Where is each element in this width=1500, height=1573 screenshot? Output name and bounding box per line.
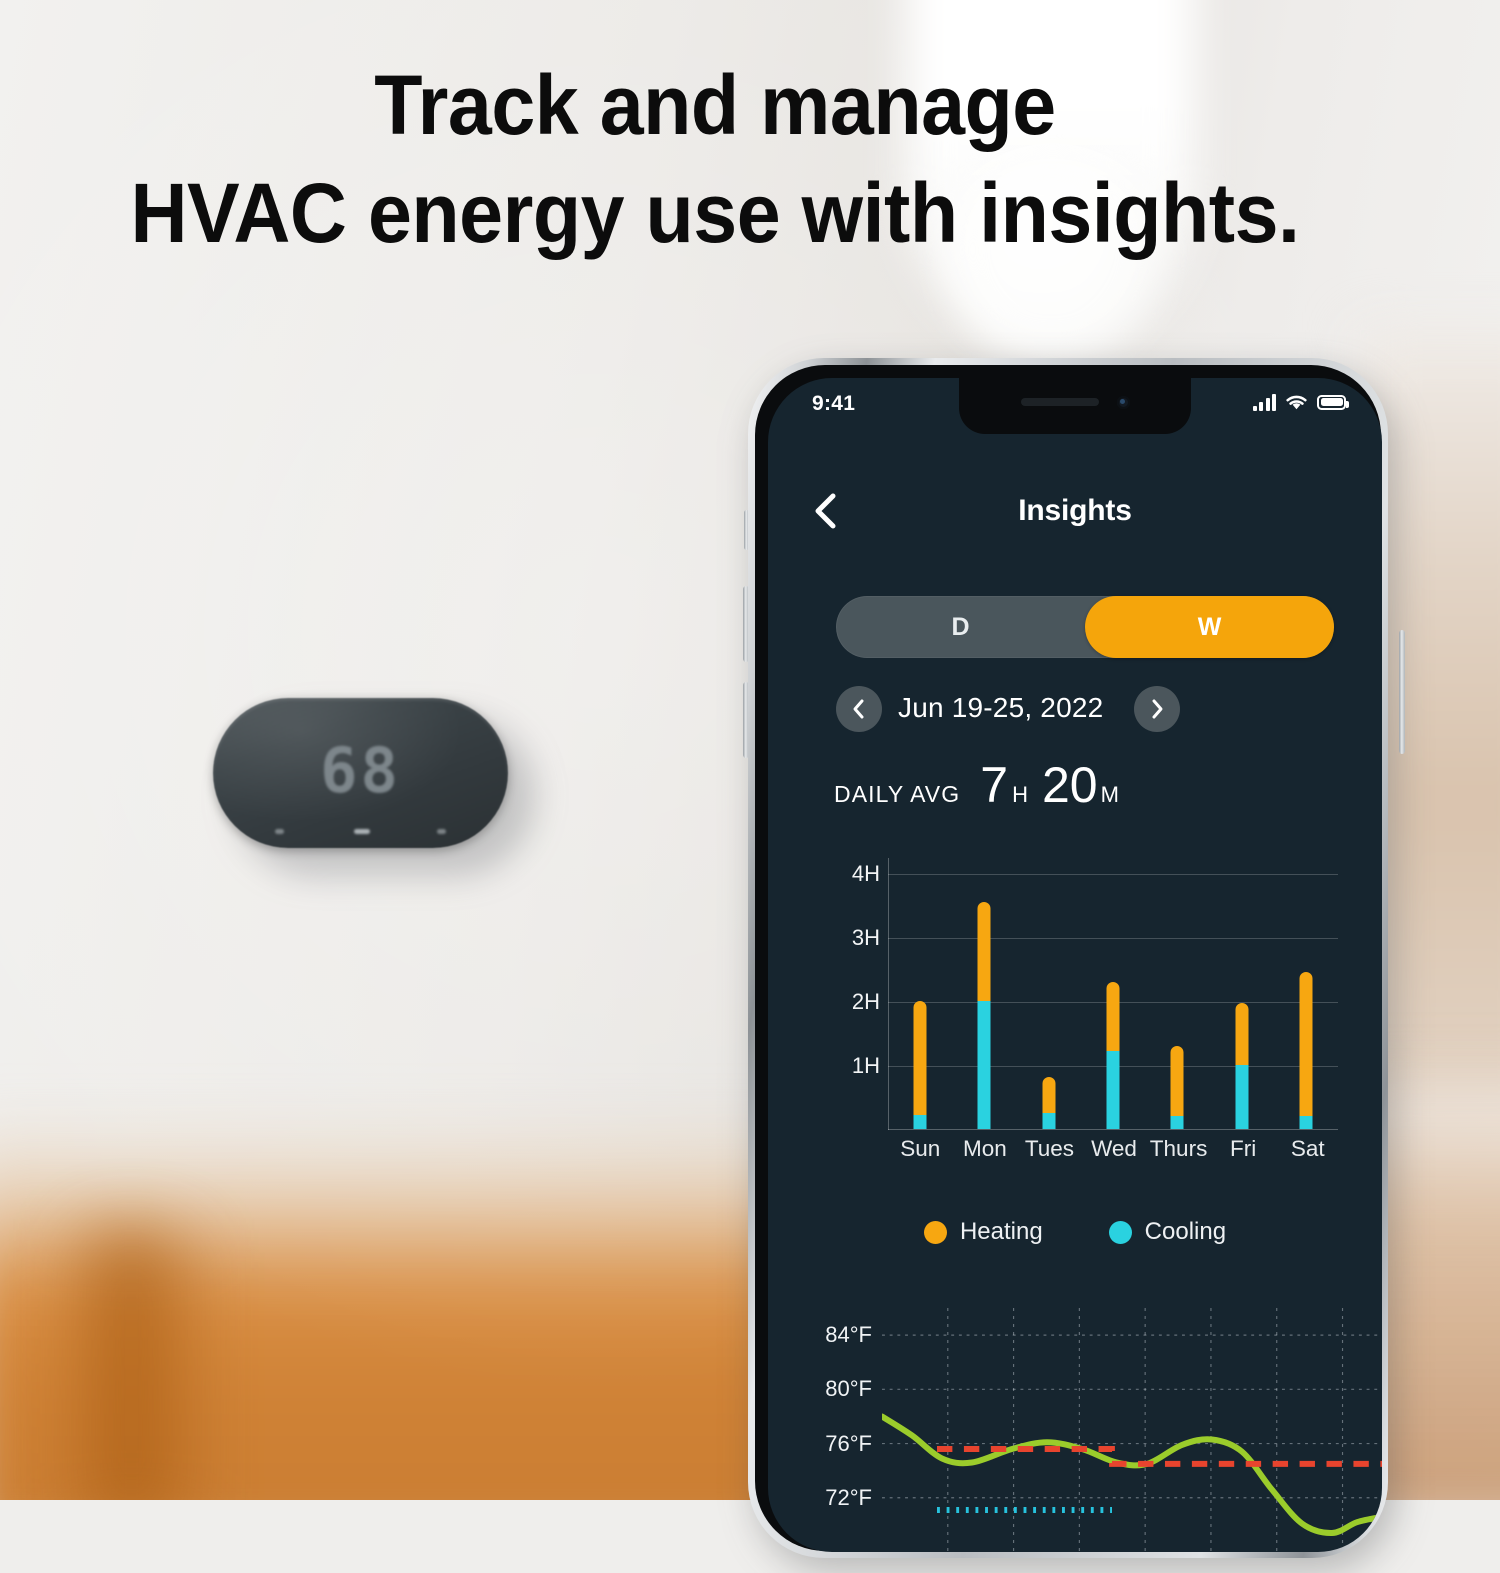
thermostat-temperature-display: 68 [320,734,401,807]
range-toggle-week[interactable]: W [1085,596,1334,658]
app-nav-bar: Insights [768,482,1382,544]
bar-chart-plot [888,858,1338,1130]
thermostat-sensor-center [354,829,370,834]
phone-mockup: 9:41 Insights D W Jun 19-25, 2022 DAILY … [743,358,1405,1573]
thermostat-sensor-left [275,829,284,834]
headline-line-2: HVAC energy use with insights. [130,165,1300,260]
bar-segment-heating [1299,972,1313,1129]
runtime-bar-chart: 1H 2H 3H 4H Sun Mon Tues Wed Thurs Fri Sat [828,858,1340,1178]
temperature-chart-y-tick: 72°F [825,1484,872,1510]
temperature-chart-plot [882,1308,1382,1552]
temperature-chart-svg [882,1308,1382,1552]
legend-label-cooling: Cooling [1144,1218,1227,1245]
bar-chart-bar[interactable] [1106,981,1120,1129]
headline-line-1: Track and manage [374,58,1056,152]
range-toggle-day[interactable]: D [836,596,1085,658]
next-week-button[interactable] [1134,686,1180,732]
legend-item-cooling: Cooling [1108,1218,1227,1246]
date-range-label: Jun 19-25, 2022 [898,692,1104,723]
cellular-signal-icon [1252,393,1276,411]
daily-average-summary: DAILY AVG 7 H 20 M [834,760,1119,810]
thermostat-body: 68 [213,698,508,848]
status-bar-indicators [1252,393,1349,411]
bar-chart-x-tick: Fri [1230,1136,1257,1161]
bar-chart-bar[interactable] [1299,972,1313,1129]
bar-segment-cooling [1042,1113,1056,1129]
bar-chart-y-tick: 1H [851,1053,880,1078]
status-bar-time: 9:41 [812,392,856,415]
marketing-headline: Track and manage HVAC energy use with in… [43,52,1387,267]
daily-average-hours-unit: H [1012,782,1028,807]
previous-week-button[interactable] [836,686,882,732]
wifi-icon [1286,395,1307,410]
bar-chart-x-axis-labels: Sun Mon Tues Wed Thurs Fri Sat [888,1136,1340,1170]
thermostat-device: 68 [205,690,535,880]
page-title: Insights [1018,494,1132,527]
chevron-left-icon [853,699,864,719]
bar-chart-y-axis-labels: 1H 2H 3H 4H [828,858,880,1130]
bar-chart-x-tick: Thurs [1149,1136,1208,1161]
daily-average-hours: 7 [980,757,1009,813]
bar-chart-y-tick: 3H [851,925,880,950]
date-navigator: Jun 19-25, 2022 [836,686,1334,736]
temperature-chart-y-axis-labels: 72°F 76°F 80°F 84°F [790,1308,872,1552]
bar-chart-bar[interactable] [913,1001,927,1129]
bar-chart-y-tick: 2H [851,989,880,1014]
legend-item-heating: Heating [923,1218,1043,1246]
bar-chart-bar[interactable] [1235,1002,1249,1129]
daily-average-label: DAILY AVG [834,781,961,807]
phone-screen: 9:41 Insights D W Jun 19-25, 2022 DAILY … [768,378,1382,1552]
bar-chart-bar[interactable] [1170,1045,1184,1129]
bar-segment-cooling [1299,1116,1313,1129]
bar-segment-cooling [1170,1116,1184,1129]
temperature-series-indoor-temperature [882,1413,1382,1537]
range-toggle: D W [836,596,1334,658]
legend-label-heating: Heating [959,1218,1043,1245]
battery-full-icon [1317,394,1349,410]
bar-segment-cooling [977,1001,991,1129]
heating-color-swatch [923,1220,947,1244]
temperature-line-chart: 72°F 76°F 80°F 84°F [790,1308,1382,1552]
status-bar: 9:41 [768,378,1382,434]
bar-chart-y-tick: 4H [851,861,880,886]
temperature-chart-y-tick: 84°F [825,1322,872,1348]
bar-segment-cooling [1235,1065,1249,1129]
bar-chart-x-tick: Sat [1290,1136,1325,1161]
bar-segment-heating [913,1001,927,1129]
bar-chart-x-tick: Sun [900,1136,941,1161]
phone-frame: 9:41 Insights D W Jun 19-25, 2022 DAILY … [748,358,1388,1558]
bar-chart-bar[interactable] [1042,1076,1056,1129]
temperature-chart-y-tick: 76°F [825,1430,872,1456]
phone-power-button[interactable] [1399,630,1405,754]
bar-chart-x-axis-line [888,1129,1338,1130]
phone-bezel: 9:41 Insights D W Jun 19-25, 2022 DAILY … [755,365,1382,1552]
temperature-chart-y-tick: 80°F [825,1376,872,1402]
cooling-color-swatch [1108,1220,1132,1244]
chevron-right-icon [1152,699,1163,719]
daily-average-minutes: 20 [1041,757,1098,813]
thermostat-sensor-right [437,829,446,834]
bar-chart-x-tick: Wed [1091,1136,1137,1161]
bar-chart-bar[interactable] [977,901,991,1129]
bar-segment-cooling [913,1114,927,1129]
bar-chart-x-tick: Tues [1024,1136,1075,1161]
daily-average-minutes-unit: M [1100,782,1119,807]
chart-legend: Heating Cooling [768,1218,1382,1246]
bar-chart-bars [888,858,1338,1129]
bar-chart-x-tick: Mon [962,1136,1007,1161]
bar-segment-cooling [1106,1050,1120,1129]
